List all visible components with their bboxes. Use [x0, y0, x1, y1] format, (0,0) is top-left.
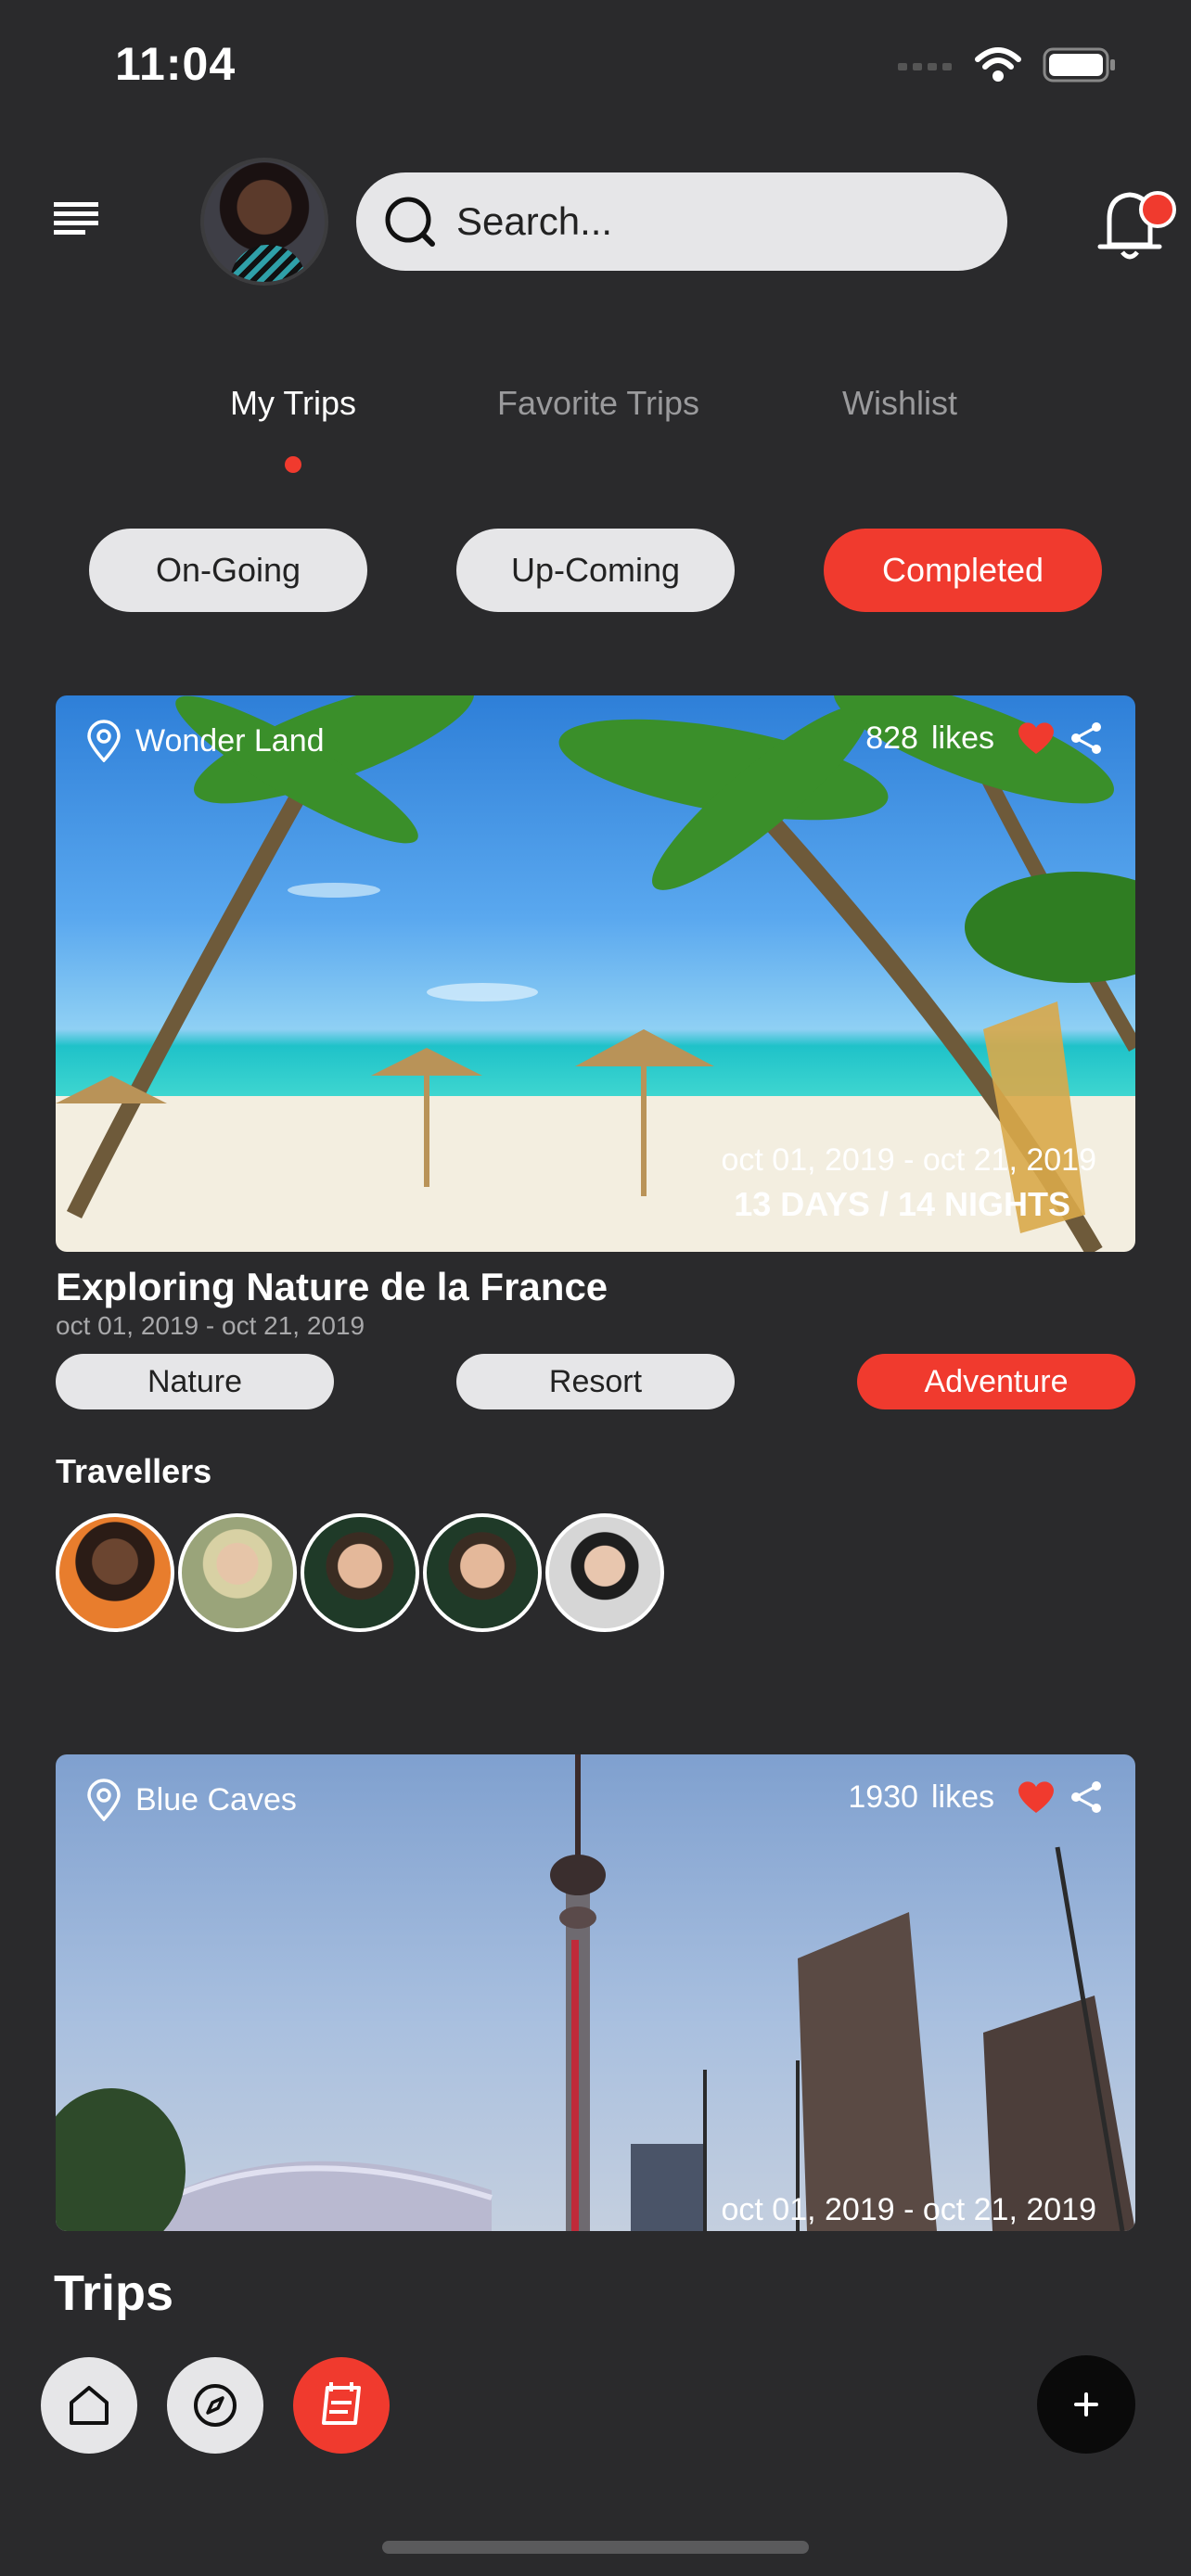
trip-date: oct 01, 2019 - oct 21, 2019 — [56, 1311, 365, 1340]
tab-favorite-trips[interactable]: Favorite Trips — [497, 384, 699, 423]
tag-resort[interactable]: Resort — [456, 1354, 735, 1409]
traveller-avatar[interactable] — [178, 1513, 297, 1632]
plus-icon — [1074, 2392, 1098, 2417]
status-time: 11:04 — [115, 38, 237, 90]
traveller-avatar[interactable] — [301, 1513, 419, 1632]
compass-icon — [194, 2384, 237, 2427]
trip-location-label: Wonder Land — [135, 722, 325, 759]
wifi-icon — [975, 47, 1021, 82]
likes-label: likes — [930, 1779, 994, 1815]
location-pin-icon — [87, 1779, 121, 1821]
city-scene — [56, 1754, 1135, 2231]
trip-location-label: Blue Caves — [135, 1781, 297, 1817]
likes-label: likes — [930, 720, 994, 756]
avatar[interactable] — [200, 158, 328, 286]
trips-icon — [322, 2382, 361, 2425]
travellers-title: Travellers — [56, 1452, 212, 1490]
filter-on-going-button[interactable]: On-Going — [89, 529, 367, 612]
add-trip-button[interactable] — [1037, 2355, 1135, 2454]
trip-title[interactable]: Exploring Nature de la France — [56, 1265, 608, 1309]
traveller-avatar[interactable] — [545, 1513, 664, 1632]
search-bar[interactable] — [356, 172, 1007, 271]
tag-nature[interactable]: Nature — [56, 1354, 334, 1409]
filter-completed-button[interactable]: Completed — [824, 529, 1102, 612]
home-icon — [70, 2386, 109, 2425]
menu-icon[interactable] — [52, 197, 102, 243]
heart-icon[interactable] — [1017, 721, 1056, 756]
home-indicator — [382, 2541, 809, 2554]
trip-likes: 1930 likes — [848, 1779, 1106, 1816]
trip-image-beach[interactable]: Wonder Land 828 likes oct 01, 2019 - oct… — [56, 695, 1135, 1252]
section-title-trips: Trips — [54, 2265, 174, 2321]
nav-explore-button[interactable] — [167, 2357, 263, 2454]
search-icon — [385, 197, 435, 247]
trip-likes: 828 likes — [865, 720, 1106, 757]
traveller-avatar[interactable] — [423, 1513, 542, 1632]
battery-icon — [1043, 47, 1115, 83]
trip-image-city[interactable]: Blue Caves 1930 likes oct 01, 2019 - oct… — [56, 1754, 1135, 2231]
share-icon[interactable] — [1069, 720, 1106, 757]
trip-location: Blue Caves — [85, 1779, 297, 1821]
tab-wishlist[interactable]: Wishlist — [842, 384, 957, 423]
tab-my-trips[interactable]: My Trips — [230, 384, 356, 423]
trip-date-overlay: oct 01, 2019 - oct 21, 2019 — [721, 1142, 1096, 1178]
likes-count: 1930 — [848, 1779, 918, 1815]
location-pin-icon — [87, 720, 121, 762]
share-icon[interactable] — [1069, 1779, 1106, 1816]
active-tab-indicator — [285, 456, 301, 473]
search-input[interactable] — [456, 199, 976, 244]
traveller-avatar[interactable] — [56, 1513, 174, 1632]
likes-count: 828 — [865, 720, 918, 756]
bell-icon[interactable] — [1083, 176, 1176, 269]
status-icons — [898, 46, 1117, 83]
cellular-icon — [898, 63, 952, 70]
trip-duration: 13 DAYS / 14 NIGHTS — [734, 1185, 1070, 1223]
nav-trips-button[interactable] — [293, 2357, 390, 2454]
tag-adventure[interactable]: Adventure — [857, 1354, 1135, 1409]
heart-icon[interactable] — [1017, 1779, 1056, 1815]
trip-location: Wonder Land — [85, 720, 325, 762]
filter-up-coming-button[interactable]: Up-Coming — [456, 529, 735, 612]
nav-home-button[interactable] — [41, 2357, 137, 2454]
trip-date-overlay: oct 01, 2019 - oct 21, 2019 — [721, 2192, 1096, 2227]
